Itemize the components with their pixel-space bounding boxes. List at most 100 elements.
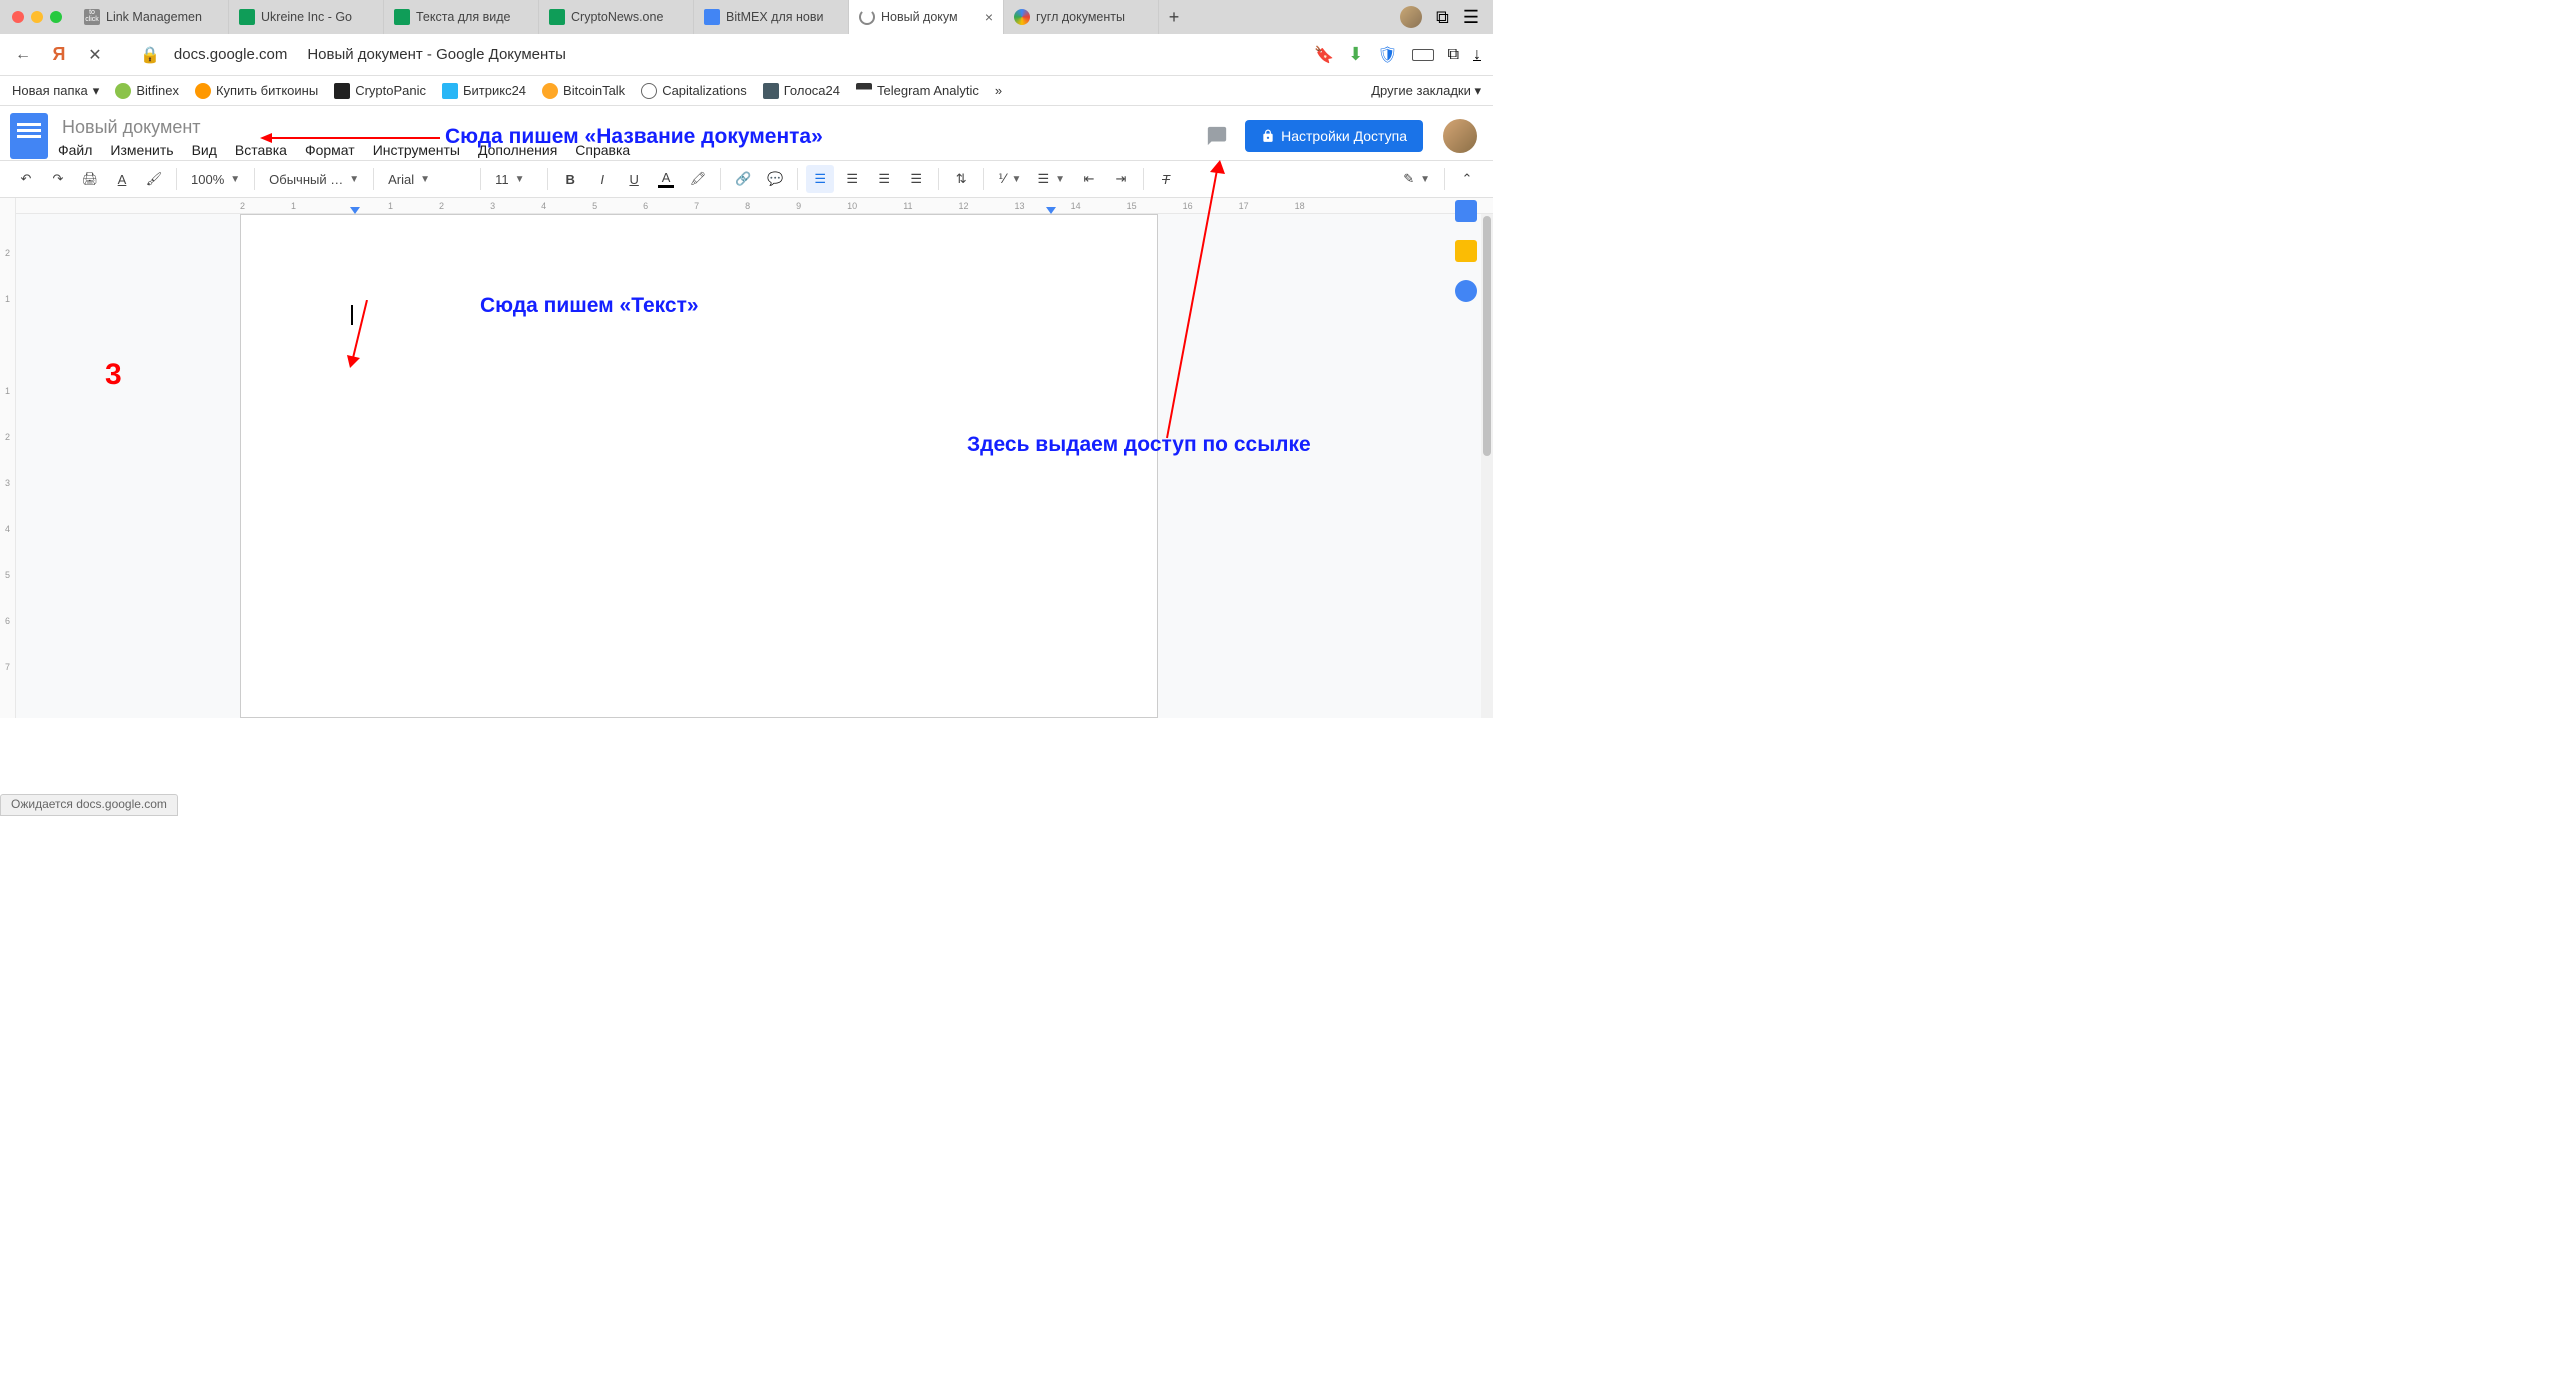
highlight-button[interactable]: 🖍 [684, 165, 712, 193]
comment-button[interactable]: 💬 [761, 165, 789, 193]
bookmarks-bar: Новая папка ▾ Bitfinex Купить биткоины C… [0, 76, 1493, 106]
downloads-tray-icon[interactable]: ↓ [1473, 46, 1481, 64]
bookmark-item[interactable]: Голоса24 [763, 83, 840, 99]
download-icon[interactable]: ⬇ [1348, 44, 1363, 65]
menu-file[interactable]: Файл [58, 142, 92, 158]
vertical-ruler[interactable]: 211234567 [0, 198, 16, 718]
browser-tab[interactable]: CryptoNews.one [539, 0, 694, 34]
browser-tab[interactable]: BitMEX для нови [694, 0, 849, 34]
print-button[interactable]: 🖨 [76, 165, 104, 193]
keep-icon[interactable] [1455, 240, 1477, 262]
document-title-input[interactable]: Новый документ [58, 115, 1189, 140]
link-button[interactable]: 🔗 [729, 165, 757, 193]
bookmark-folder[interactable]: Новая папка ▾ [12, 83, 99, 99]
align-right-button[interactable]: ☰ [870, 165, 898, 193]
window-controls [0, 0, 74, 34]
align-center-button[interactable]: ☰ [838, 165, 866, 193]
browser-profile-avatar[interactable] [1400, 6, 1422, 28]
menu-help[interactable]: Справка [575, 142, 630, 158]
indent-marker-left[interactable] [350, 207, 360, 214]
bookmarks-toggle-icon[interactable]: ⧉ [1436, 7, 1449, 28]
back-button[interactable]: ← [12, 44, 34, 66]
horizontal-ruler[interactable]: 21123456789101112131415161718 [16, 198, 1493, 214]
docs-logo-icon[interactable] [10, 113, 48, 159]
numbered-list-button[interactable]: ⅟▼ [992, 165, 1027, 193]
new-tab-button[interactable]: + [1159, 0, 1189, 34]
menu-edit[interactable]: Изменить [110, 142, 173, 158]
tasks-icon[interactable] [1455, 280, 1477, 302]
font-select[interactable]: Arial▼ [382, 165, 472, 193]
close-window-button[interactable] [12, 11, 24, 23]
mode-select[interactable]: ✎▼ [1397, 165, 1436, 193]
menu-icon[interactable]: ☰ [1463, 7, 1479, 28]
battery-icon[interactable] [1412, 49, 1434, 61]
indent-button[interactable]: ⇥ [1107, 165, 1135, 193]
editor-area: 211234567 21123456789101112131415161718 [0, 198, 1493, 718]
side-panel [1455, 200, 1477, 302]
bookmark-item[interactable]: CryptoPanic [334, 83, 426, 99]
browser-tab[interactable]: гугл документы [1004, 0, 1159, 34]
shield-icon[interactable]: 🛡 [1377, 45, 1397, 65]
clear-format-button[interactable]: T [1152, 165, 1180, 193]
align-left-button[interactable]: ☰ [806, 165, 834, 193]
paint-format-button[interactable]: 🖌 [140, 165, 168, 193]
annotation-step-number: 3 [105, 358, 122, 392]
bookmark-item[interactable]: Купить биткоины [195, 83, 318, 99]
bookmark-item[interactable]: Capitalizations [641, 83, 747, 99]
tab-close-icon[interactable]: × [985, 9, 993, 25]
menu-insert[interactable]: Вставка [235, 142, 287, 158]
scrollbar-thumb[interactable] [1483, 216, 1491, 456]
line-spacing-button[interactable]: ⇅ [947, 165, 975, 193]
other-bookmarks[interactable]: Другие закладки ▾ [1371, 83, 1481, 99]
yandex-icon[interactable]: Я [48, 44, 70, 66]
document-page[interactable] [240, 214, 1158, 718]
user-avatar[interactable] [1443, 119, 1477, 153]
text-color-button[interactable]: A [652, 165, 680, 193]
browser-right-controls: ⧉ ☰ [1386, 0, 1493, 34]
align-justify-button[interactable]: ☰ [902, 165, 930, 193]
browser-tab[interactable]: Текста для виде [384, 0, 539, 34]
zoom-select[interactable]: 100%▼ [185, 165, 246, 193]
docs-header: Новый документ Файл Изменить Вид Вставка… [0, 106, 1493, 160]
undo-button[interactable]: ↶ [12, 165, 40, 193]
maximize-window-button[interactable] [50, 11, 62, 23]
menu-bar: Файл Изменить Вид Вставка Формат Инструм… [58, 142, 1189, 158]
indent-marker-right[interactable] [1046, 207, 1056, 214]
menu-tools[interactable]: Инструменты [373, 142, 460, 158]
menu-view[interactable]: Вид [192, 142, 217, 158]
bookmarks-overflow[interactable]: » [995, 83, 1002, 98]
bookmark-item[interactable]: Telegram Analytic [856, 83, 979, 99]
bullet-list-button[interactable]: ☰▼ [1031, 165, 1071, 193]
vertical-scrollbar[interactable] [1481, 214, 1493, 718]
underline-button[interactable]: U [620, 165, 648, 193]
bookmark-item[interactable]: Битрикс24 [442, 83, 526, 99]
menu-format[interactable]: Формат [305, 142, 355, 158]
bookmark-item[interactable]: Bitfinex [115, 83, 179, 99]
lock-icon [1261, 129, 1275, 143]
minimize-window-button[interactable] [31, 11, 43, 23]
bookmark-item[interactable]: BitcoinTalk [542, 83, 625, 99]
comments-button[interactable] [1199, 118, 1235, 154]
outdent-button[interactable]: ⇤ [1075, 165, 1103, 193]
browser-tab-bar: toclickLink Managemen Ukreine Inc - Go Т… [0, 0, 1493, 34]
url-host[interactable]: docs.google.com [174, 46, 287, 63]
lock-icon: 🔒 [140, 45, 160, 65]
redo-button[interactable]: ↷ [44, 165, 72, 193]
share-button[interactable]: Настройки Доступа [1245, 120, 1423, 152]
menu-addons[interactable]: Дополнения [478, 142, 557, 158]
toolbar: ↶ ↷ 🖨 A 🖌 100%▼ Обычный …▼ Arial▼ 11▼ B … [0, 160, 1493, 198]
bold-button[interactable]: B [556, 165, 584, 193]
copy-icon[interactable]: ⧉ [1448, 46, 1459, 64]
hide-menus-button[interactable]: ⌃ [1453, 165, 1481, 193]
browser-tab[interactable]: Ukreine Inc - Go [229, 0, 384, 34]
bookmark-icon[interactable]: 🔖 [1314, 45, 1334, 65]
browser-tab-active[interactable]: Новый докум× [849, 0, 1004, 34]
stop-button[interactable]: ✕ [84, 44, 106, 66]
calendar-icon[interactable] [1455, 200, 1477, 222]
italic-button[interactable]: I [588, 165, 616, 193]
text-cursor [351, 305, 353, 325]
style-select[interactable]: Обычный …▼ [263, 165, 365, 193]
font-size-select[interactable]: 11▼ [489, 165, 539, 193]
spellcheck-button[interactable]: A [108, 165, 136, 193]
browser-tab[interactable]: toclickLink Managemen [74, 0, 229, 34]
